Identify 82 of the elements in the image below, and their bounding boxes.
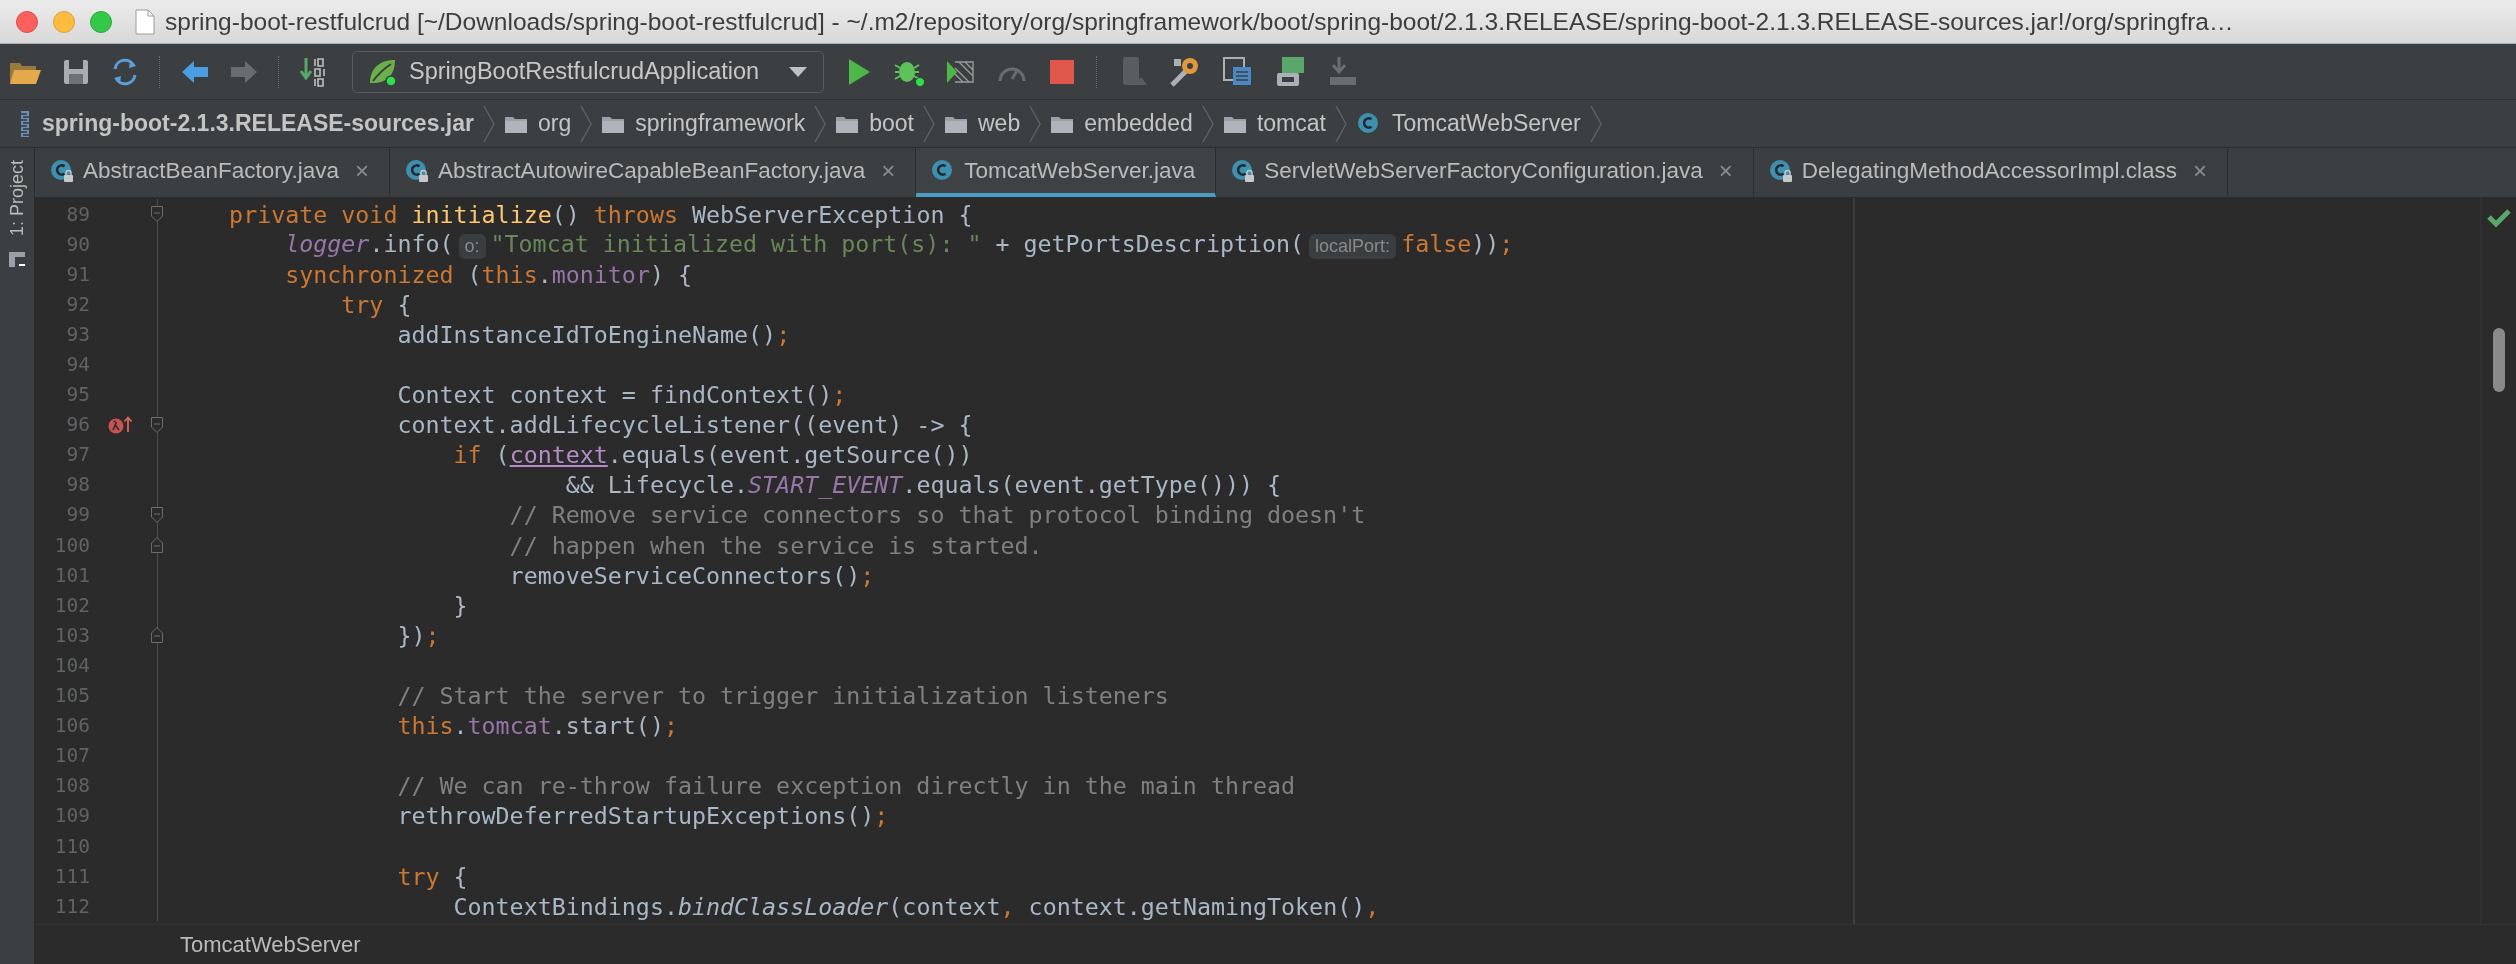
chevron-icon [1333,103,1348,144]
chevron-icon [1028,103,1043,144]
code-line: // Start the server to trigger initialization listeners [396,682,1169,710]
code-line: addInstanceIdToEngineName(); [396,320,791,348]
breadcrumb-item[interactable]: TomcatWebServer [180,931,361,958]
breadcrumb-item[interactable]: boot [869,110,914,137]
code-line: } [452,591,468,619]
breadcrumb-item[interactable]: springframework [635,110,806,137]
breadcrumb-item[interactable]: tomcat [1256,110,1326,137]
fold-start-icon[interactable] [150,506,164,524]
line-number: 111 [53,864,90,888]
line-number: 100 [53,533,90,557]
scrollbar-thumb[interactable] [2492,328,2505,392]
code-line: this.tomcat.start(); [396,712,678,740]
code-line: // Remove service connectors so that protocol binding doesn't [508,501,1366,529]
line-number: 109 [53,804,90,828]
line-number: 90 [65,232,90,256]
code-line: ContextBindings.bindClassLoader(context, context.getNamingToken(), [452,892,1380,920]
line-number: 102 [53,593,90,617]
code-line: try { [396,862,468,890]
breadcrumb-item[interactable]: org [538,110,572,137]
breadcrumb-item[interactable]: spring-boot-2.1.3.RELEASE-sources.jar [42,110,474,137]
close-icon[interactable]: × [2192,156,2207,185]
close-icon[interactable]: × [354,156,369,185]
caret-icon [787,64,810,79]
line-number: 98 [65,473,90,497]
line-number: 95 [65,383,90,407]
chevron-icon [813,103,828,144]
fold-start-icon[interactable] [150,415,164,434]
panel-icon[interactable] [8,250,26,269]
code-line: context.addLifecycleListener((event) -> { [396,411,973,439]
line-number: 92 [65,292,90,316]
fold-start-icon[interactable] [150,205,164,224]
chevron-icon [482,103,496,144]
chevron-icon [579,103,594,144]
chevron-icon [1200,103,1215,144]
breadcrumb-item[interactable]: web [978,110,1021,137]
line-number: 101 [53,563,90,587]
code-line: if (context.equals(event.getSource()) [452,441,973,469]
line-number: 108 [53,774,90,798]
window-zoom-button[interactable] [90,10,112,33]
code-line: synchronized (this.monitor) { [284,260,692,288]
breadcrumb-item[interactable]: embedded [1084,110,1193,137]
line-number: 106 [53,714,90,738]
line-number: 112 [53,894,90,918]
close-icon[interactable]: × [1718,156,1733,185]
document-icon [135,8,155,35]
code-line: rethrowDeferredStartupExceptions(); [396,802,889,830]
checkmark-icon [2486,208,2511,228]
line-number: 97 [65,443,90,467]
window-close-button[interactable] [16,10,38,33]
chevron-icon [1588,103,1603,144]
code-line: }); [396,621,440,649]
code-line: // We can re-throw failure exception directly in the main thread [396,772,1296,800]
editor-tab[interactable]: TomcatWebServer.java [916,148,1217,197]
code-line: // happen when the service is started. [508,531,1043,559]
chevron-icon [922,103,936,144]
line-number: 104 [53,653,90,677]
line-number: 103 [53,623,90,647]
zipper-icon [18,109,32,138]
code-line: && Lifecycle.START_EVENT.equals(event.getType())) { [564,471,1282,499]
fold-end-icon[interactable] [150,626,164,645]
code-line: Context context = findContext(); [396,381,847,409]
line-number: 110 [53,834,90,858]
line-number: 105 [53,684,90,708]
line-number: 94 [65,353,90,376]
line-number: 93 [65,322,90,346]
breadcrumb-item[interactable]: TomcatWebServer [1391,110,1581,137]
code-line: logger.info( o: "Tomcat initialized with port(s): " + getPortsDescription( localPort: false)); [284,229,1514,259]
line-number: 99 [65,503,90,527]
code-line: private void initialize() throws WebServerException { [228,200,973,228]
line-number: 107 [53,744,90,768]
line-number: 91 [65,262,90,286]
fold-end-icon[interactable] [150,536,164,555]
project-tool-button[interactable]: 1: Project [6,156,28,241]
line-number: 89 [65,202,90,226]
code-line: try { [340,290,412,318]
window-title: spring-boot-restfulcrud [~/Downloads/spring-boot-restfulcrud] - ~/.m2/repository/org/springframework/boot/spring-boot/2.1.3.RELEASE/spring-boot-2.1.3.RELEASE-sources.jar!/org/springfra… [165,7,2234,36]
close-icon[interactable]: × [881,156,896,185]
code-line: removeServiceConnectors(); [508,561,875,589]
line-number: 96 [65,413,90,437]
run-configuration-dropdown[interactable]: SpringBootRestfulcrudApplication [352,50,825,93]
